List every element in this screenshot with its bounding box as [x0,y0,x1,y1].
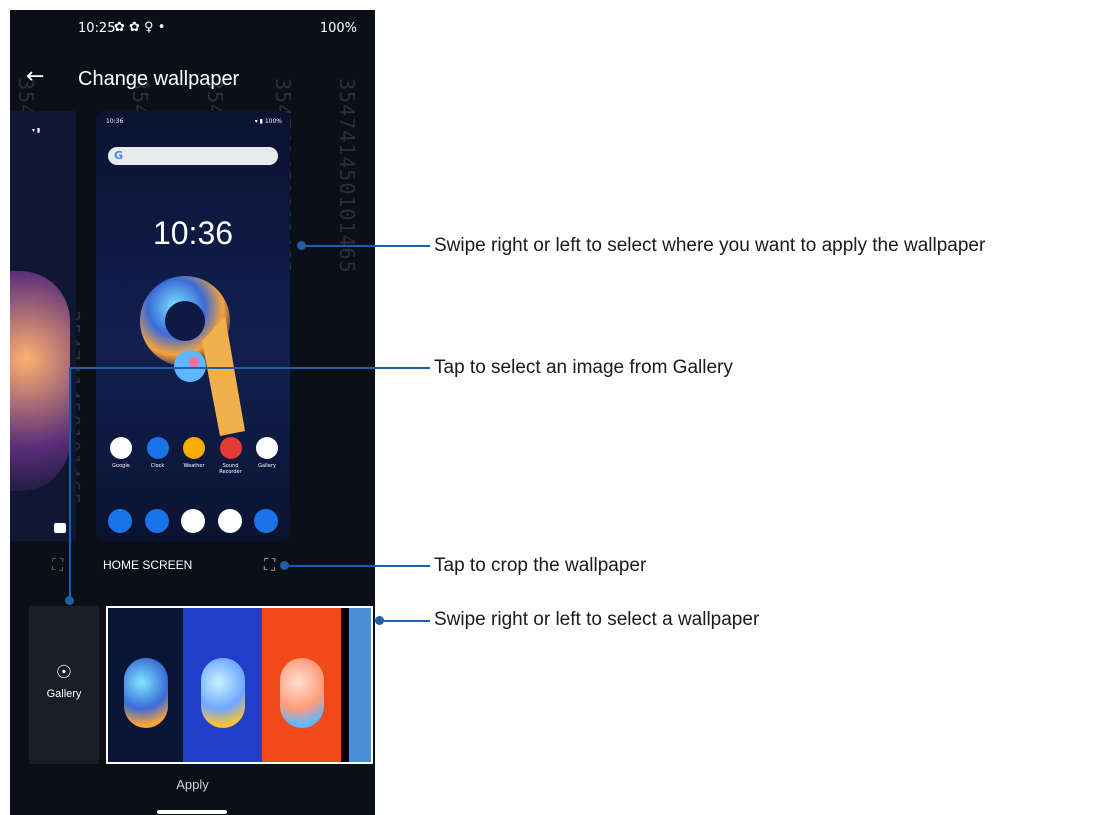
app-row: Google Clock Weather Sound Recorder Gall… [104,437,284,475]
preview-status-right: ▾ ▮ 100% [254,118,282,125]
preview-clock: 10:36 [152,215,234,251]
gallery-icon [256,437,278,459]
thumb-art [280,658,325,728]
play-store-icon[interactable] [181,509,205,533]
page-title: Change wallpaper [78,68,240,90]
callout-tap-crop: Tap to crop the wallpaper [434,555,647,576]
chrome-icon[interactable] [217,509,242,533]
callout-line [69,367,71,600]
lightbulb-icon: ☉ [55,662,73,683]
app-label: Clock [150,463,165,469]
wallpaper-thumbnail[interactable] [341,608,371,762]
app-label: Sound Recorder [219,463,242,475]
wallpaper-thumbnail[interactable] [262,608,342,762]
search-bar[interactable]: G [108,147,278,165]
app-label: Google [112,463,130,469]
lock-screen-preview[interactable]: ▾ ▮ [10,111,76,541]
phone-screen: 354741450101465 354741450101465 35474145… [10,10,375,815]
callout-line [285,565,430,567]
app-icon-google[interactable]: Google [104,437,138,475]
crop-icon[interactable]: ⛶ [264,555,275,575]
wallpaper-strip[interactable] [106,606,373,764]
wallpaper-art [10,271,70,491]
status-time: 10:25 [78,21,116,36]
status-icons: ✿ ✿ ♀ • [114,20,166,35]
callout-line [69,367,430,369]
arrow-left-icon[interactable]: ← [26,64,44,89]
microphone-icon [219,437,242,459]
app-icon-gallery[interactable]: Gallery [250,437,284,475]
thumb-art [124,658,168,728]
callout-swipe-select: Swipe right or left to select a wallpape… [434,609,760,630]
callout-dot [65,596,74,605]
gallery-tile[interactable]: ☉ Gallery [29,606,99,764]
home-screen-label: HOME SCREEN [103,558,193,572]
crop-icon[interactable]: ⛶ [52,555,63,575]
callout-line [302,245,430,247]
callout-swipe-apply: Swipe right or left to select where you … [434,235,986,256]
wallpaper-thumbnail[interactable] [183,608,263,762]
preview-status: ▾ ▮ [32,127,41,134]
home-screen-preview[interactable]: 10:36 ▾ ▮ 100% G 10:36 Google Clock Weat… [96,111,290,541]
gallery-label: Gallery [46,688,82,700]
app-label: Gallery [258,463,276,469]
wallpaper-nine-art [140,276,245,436]
callout-tap-gallery: Tap to select an image from Gallery [434,357,733,378]
preview-status-time: 10:36 [106,118,124,125]
app-label: Weather [183,463,205,469]
phone-icon[interactable] [108,509,132,533]
thumb-art [349,608,371,762]
app-bar: ← Change wallpaper [10,62,375,102]
dock [108,509,278,533]
clock-icon [146,437,169,459]
weather-icon [183,437,205,459]
thumb-art [201,658,246,728]
apply-button[interactable]: Apply [10,777,375,792]
app-icon-sound-recorder[interactable]: Sound Recorder [214,437,248,475]
camera-icon[interactable] [254,509,278,533]
app-icon-google-circle [110,437,132,459]
app-icon-clock[interactable]: Clock [141,437,175,475]
messages-icon[interactable] [144,509,169,533]
google-icon: G [114,149,124,162]
battery-level: 100% [319,21,357,36]
app-icon-weather[interactable]: Weather [177,437,211,475]
status-bar: 10:25 ✿ ✿ ♀ • 100% [10,10,375,46]
wallpaper-thumbnail[interactable] [108,608,184,762]
callout-line [380,620,430,622]
home-indicator [157,810,227,814]
camera-icon [54,523,66,533]
